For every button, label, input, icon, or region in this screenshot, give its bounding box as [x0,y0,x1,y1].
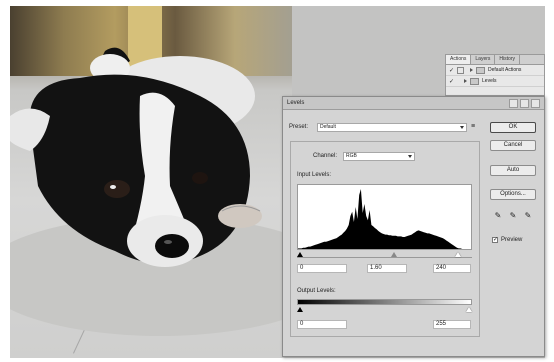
channel-select[interactable]: RGB [343,152,415,161]
tab-actions[interactable]: Actions [446,55,472,64]
levels-dialog: Levels Preset: Default ≡ Channel: RGB In… [282,96,545,357]
input-black-value: 0 [300,265,304,271]
output-black-field[interactable]: 0 [297,320,347,329]
window-controls [509,99,540,108]
input-gamma-field[interactable]: 1.60 [367,264,407,273]
minimize-button[interactable] [509,99,518,108]
input-slider-track[interactable] [297,251,472,258]
checkmark-icon[interactable]: ✓ [449,67,454,74]
chevron-down-icon [460,126,464,129]
cancel-button[interactable]: Cancel [490,140,536,151]
preset-select[interactable]: Default [317,123,467,132]
output-white-value: 255 [436,321,447,327]
ok-button[interactable]: OK [490,122,536,133]
output-black-value: 0 [300,321,304,327]
auto-button[interactable]: Auto [490,165,536,176]
folder-icon [470,77,480,85]
preset-options-icon[interactable]: ≡ [471,123,475,130]
preview-checkbox[interactable]: ✓ [492,237,498,243]
folder-icon [476,66,486,74]
options-button[interactable]: Options... [490,189,536,200]
dialog-title: Levels [287,100,305,106]
output-black-slider[interactable] [297,307,303,312]
histogram-area [298,189,471,249]
close-button[interactable] [531,99,540,108]
actions-panel: Actions Layers History ✓ Default Actions… [445,54,545,96]
gray-eyedropper-icon[interactable]: ✎ [509,212,517,220]
output-gradient-bar [297,299,472,305]
input-gamma-value: 1.60 [370,265,382,271]
dialog-toggle-icon[interactable] [457,66,465,74]
action-set-row[interactable]: ✓ Default Actions [446,65,544,76]
action-label: Levels [482,78,497,84]
input-levels-label: Input Levels: [297,172,332,178]
panel-tabs: Actions Layers History [446,55,544,65]
channel-value: RGB [346,153,357,159]
preview-label: Preview [501,237,523,243]
histogram [297,184,472,250]
maximize-button[interactable] [520,99,529,108]
input-gamma-slider[interactable] [391,252,397,257]
checkmark-icon[interactable]: ✓ [449,78,454,85]
preset-value: Default [320,124,336,130]
channel-label: Channel: [313,153,338,159]
output-levels-label: Output Levels: [297,288,336,294]
histogram-plot [298,189,471,249]
tab-history[interactable]: History [495,55,520,64]
output-white-field[interactable]: 255 [433,320,471,329]
input-black-field[interactable]: 0 [297,264,347,273]
expand-triangle-icon[interactable] [464,79,468,83]
input-white-slider[interactable] [455,252,461,257]
tab-layers[interactable]: Layers [471,55,496,64]
input-white-field[interactable]: 240 [433,264,471,273]
preset-label: Preset: [289,124,309,130]
action-row[interactable]: ✓ Levels [446,76,544,87]
expand-triangle-icon[interactable] [470,68,474,72]
black-eyedropper-icon[interactable]: ✎ [494,212,502,220]
chevron-down-icon [408,155,412,158]
action-set-label: Default Actions [488,67,522,73]
output-white-slider[interactable] [466,307,472,312]
input-white-value: 240 [436,265,447,271]
input-black-slider[interactable] [297,252,303,257]
dialog-titlebar[interactable]: Levels [283,97,544,110]
white-eyedropper-icon[interactable]: ✎ [524,212,532,220]
